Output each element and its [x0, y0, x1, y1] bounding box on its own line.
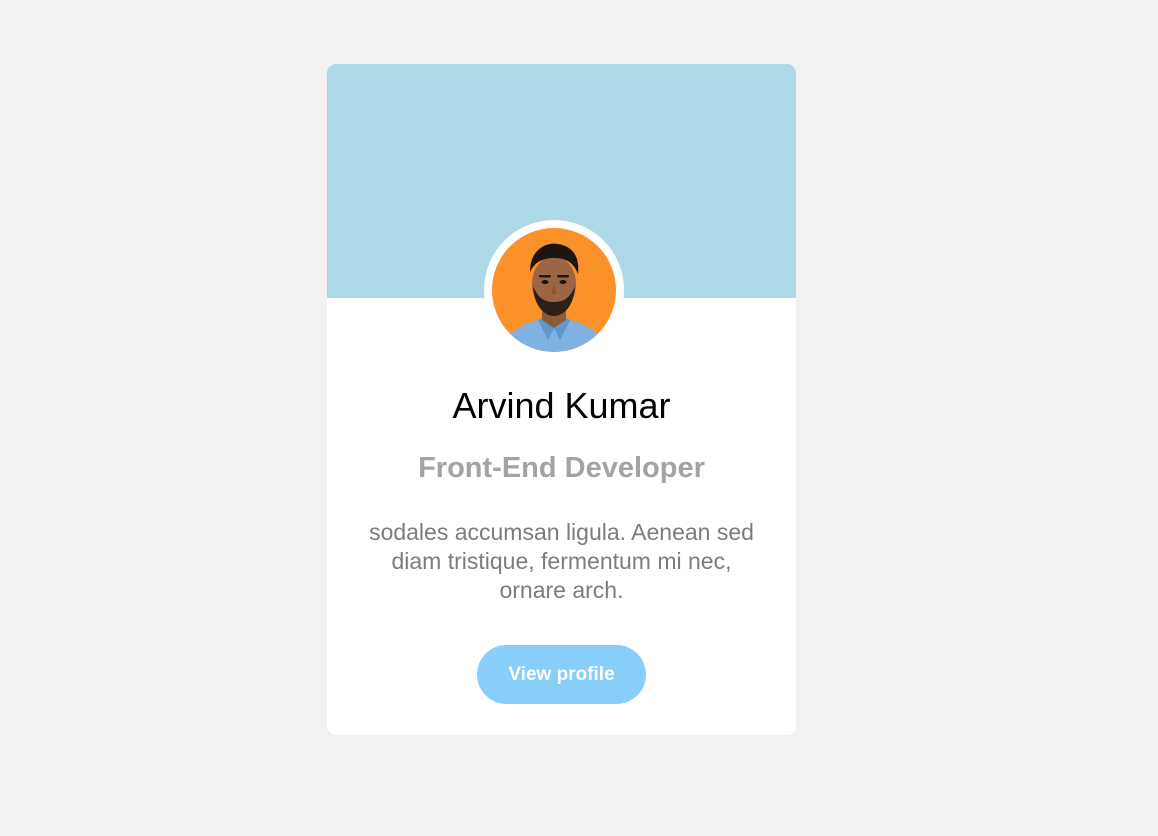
avatar	[492, 228, 616, 352]
person-photo-icon	[500, 243, 608, 352]
profile-role: Front-End Developer	[418, 452, 705, 484]
profile-bio: sodales accumsan ligula. Aenean sed diam…	[369, 519, 754, 603]
view-profile-button[interactable]: View profile	[477, 645, 646, 704]
profile-name: Arvind Kumar	[452, 385, 671, 426]
avatar-ring	[484, 220, 624, 360]
profile-card: Arvind Kumar Front-End Developer sodales…	[327, 64, 796, 735]
